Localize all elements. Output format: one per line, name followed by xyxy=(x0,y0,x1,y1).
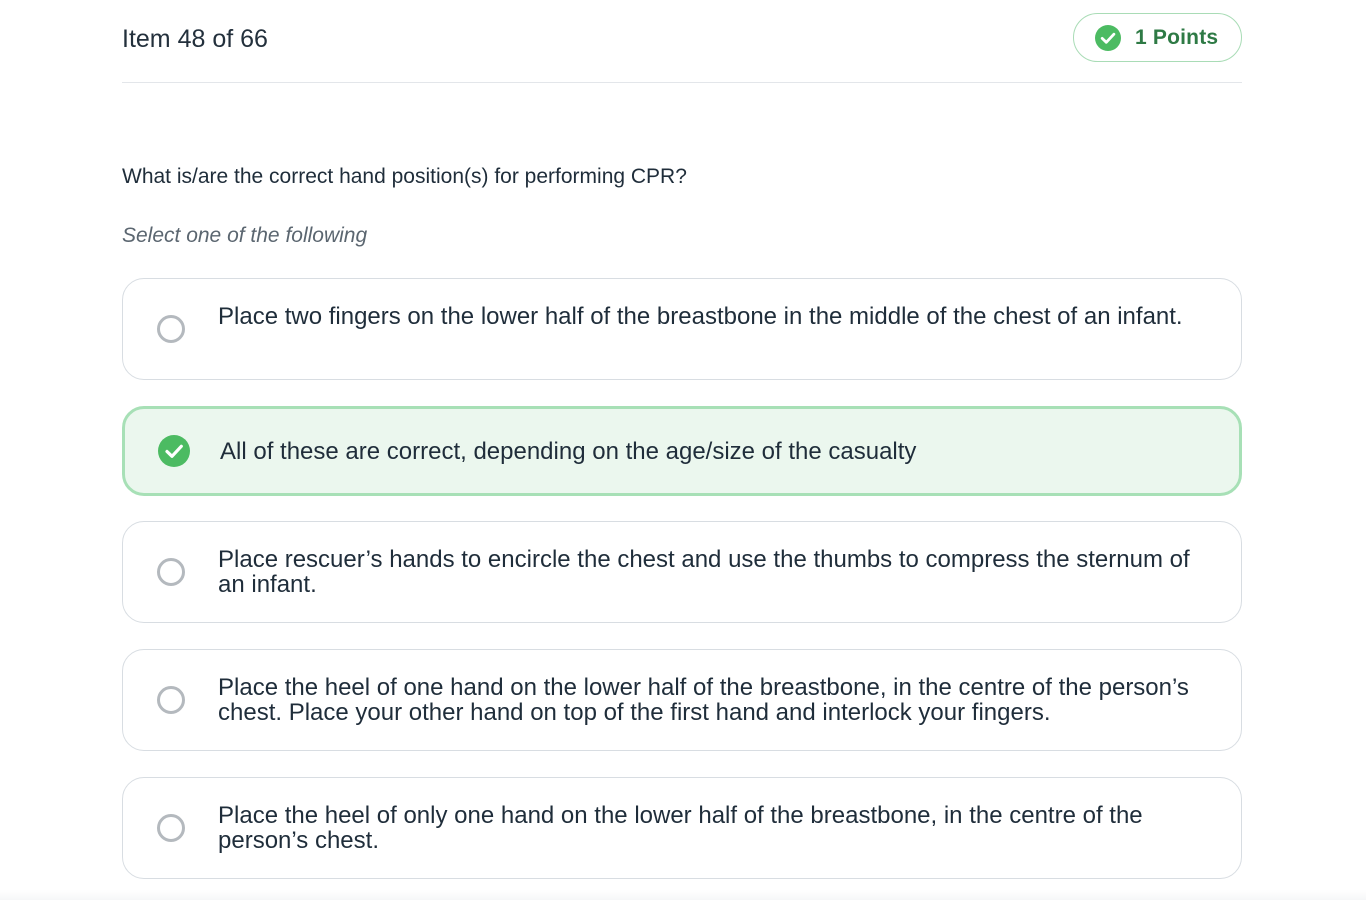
points-label: 1 Points xyxy=(1135,25,1219,49)
check-circle-icon xyxy=(1095,24,1121,51)
answer-option-label: Place rescuer’s hands to encircle the ch… xyxy=(218,546,1190,598)
answer-option-label: Place the heel of only one hand on the l… xyxy=(218,802,1143,854)
answer-option-selected[interactable]: All of these are correct, depending on t… xyxy=(122,406,1242,496)
answer-option[interactable]: Place two fingers on the lower half of t… xyxy=(122,278,1242,380)
question-instruction: Select one of the following xyxy=(122,224,368,247)
answer-option-label: All of these are correct, depending on t… xyxy=(220,438,917,465)
radio-empty-icon[interactable] xyxy=(157,814,185,842)
points-badge: 1 Points xyxy=(1073,13,1242,62)
question-text: What is/are the correct hand position(s)… xyxy=(122,165,687,188)
radio-empty-icon[interactable] xyxy=(157,686,185,714)
item-counter: Item 48 of 66 xyxy=(122,25,268,53)
answer-option[interactable]: Place the heel of one hand on the lower … xyxy=(122,649,1242,751)
answer-option-label: Place the heel of one hand on the lower … xyxy=(218,674,1189,726)
answer-option[interactable]: Place the heel of only one hand on the l… xyxy=(122,777,1242,879)
page-bottom-shadow xyxy=(0,890,1366,900)
answer-option-label: Place two fingers on the lower half of t… xyxy=(218,303,1183,330)
radio-empty-icon[interactable] xyxy=(157,558,185,586)
radio-empty-icon[interactable] xyxy=(157,315,185,343)
check-circle-icon xyxy=(158,435,190,467)
quiz-item: Item 48 of 66 1 Points What is/are the c… xyxy=(122,0,1242,879)
answer-option[interactable]: Place rescuer’s hands to encircle the ch… xyxy=(122,521,1242,623)
item-header: Item 48 of 66 1 Points xyxy=(122,0,1242,83)
